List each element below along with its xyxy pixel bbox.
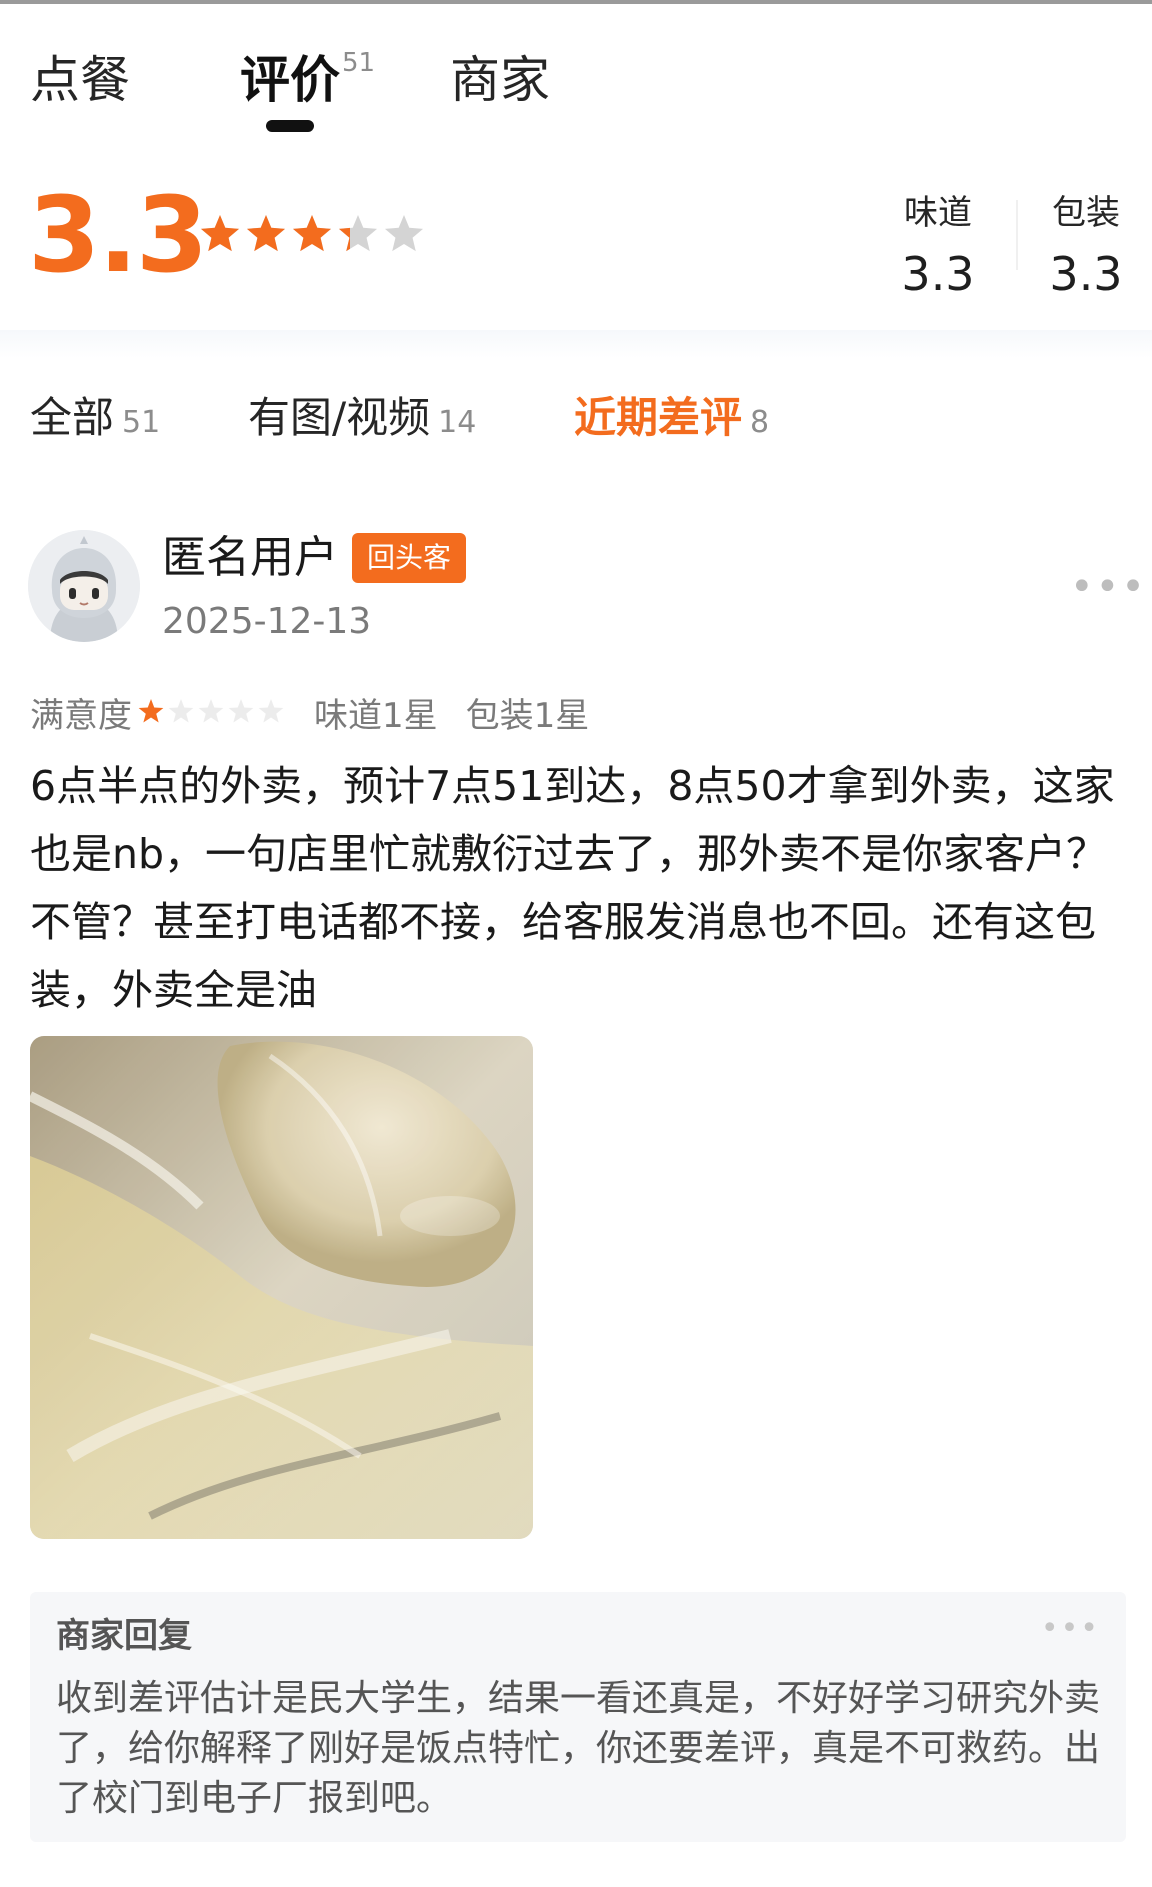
star-icon-filled [138,698,164,723]
reviewer-name[interactable]: 匿名用户 [162,530,338,586]
filter-with-media[interactable]: 有图/视频 14 [248,388,476,453]
tab-order[interactable]: 点餐 [30,50,130,110]
filter-recent-negative-label: 近期差评 [574,393,743,442]
review-photo[interactable] [30,1036,533,1539]
satisfaction-row: 满意度 味道1星 包装1星 [30,692,617,742]
greasy-package-photo [30,1036,533,1539]
taste-value: 3.3 [901,247,975,301]
tab-bar: 点餐 评价 51 商家 [30,40,1130,150]
merchant-reply: 商家回复 ••• 收到差评估计是民大学生，结果一看还真是，不好好学习研究外卖了，… [30,1592,1126,1842]
overall-score: 3.3 [28,174,208,296]
filter-recent-negative-count: 8 [750,405,770,440]
repeat-customer-badge: 回头客 [352,533,466,583]
default-avatar-icon[interactable] [28,530,140,642]
active-tab-indicator [266,120,314,132]
star-icon-filled [246,215,286,252]
star-icon [228,698,254,723]
packaging-rating: 包装 3.3 [1046,192,1126,302]
filter-all-label: 全部 [30,393,115,442]
section-divider [0,330,1152,358]
overall-stars-graphic [200,215,424,252]
rating-divider [1016,200,1018,270]
merchant-reply-text: 收到差评估计是民大学生，结果一看还真是，不好好学习研究外卖了，给你解释了刚好是饭… [56,1678,1101,1819]
star-icon [384,215,424,252]
more-horizontal-icon[interactable]: ••• [1070,567,1147,607]
satisfaction-label: 满意度 [30,695,132,736]
star-icon [198,698,224,723]
review-date: 2025-12-13 [162,601,372,642]
packaging-value: 3.3 [1049,247,1123,301]
top-border [0,0,1152,4]
reply-more-icon[interactable]: ••• [1041,1614,1100,1644]
tab-reviews-count: 51 [342,48,376,78]
filter-all-count: 51 [122,405,161,440]
overall-stars [200,213,430,263]
merchant-reply-title: 商家回复 [56,1616,192,1656]
taste-label: 味道 [904,193,972,233]
filter-with-media-label: 有图/视频 [248,393,431,442]
star-icon [258,698,284,723]
satisfaction-stars [136,694,286,738]
filter-with-media-count: 14 [438,405,477,440]
review-text: 6点半点的外卖，预计7点51到达，8点50才拿到外卖，这家也是nb，一句店里忙就… [30,762,1115,1014]
filter-all[interactable]: 全部 51 [30,388,160,453]
packaging-star-rating: 包装1星 [465,695,590,736]
satisfaction-stars-graphic [138,698,284,723]
taste-star-rating: 味道1星 [314,695,438,736]
packaging-label: 包装 [1052,193,1120,233]
star-icon [168,698,194,723]
tab-reviews[interactable]: 评价 [240,50,340,110]
taste-rating: 味道 3.3 [898,192,978,302]
star-icon-filled [200,215,240,252]
filter-recent-negative[interactable]: 近期差评 8 [574,388,769,453]
star-icon-filled [292,215,332,252]
tab-merchant[interactable]: 商家 [450,50,550,110]
